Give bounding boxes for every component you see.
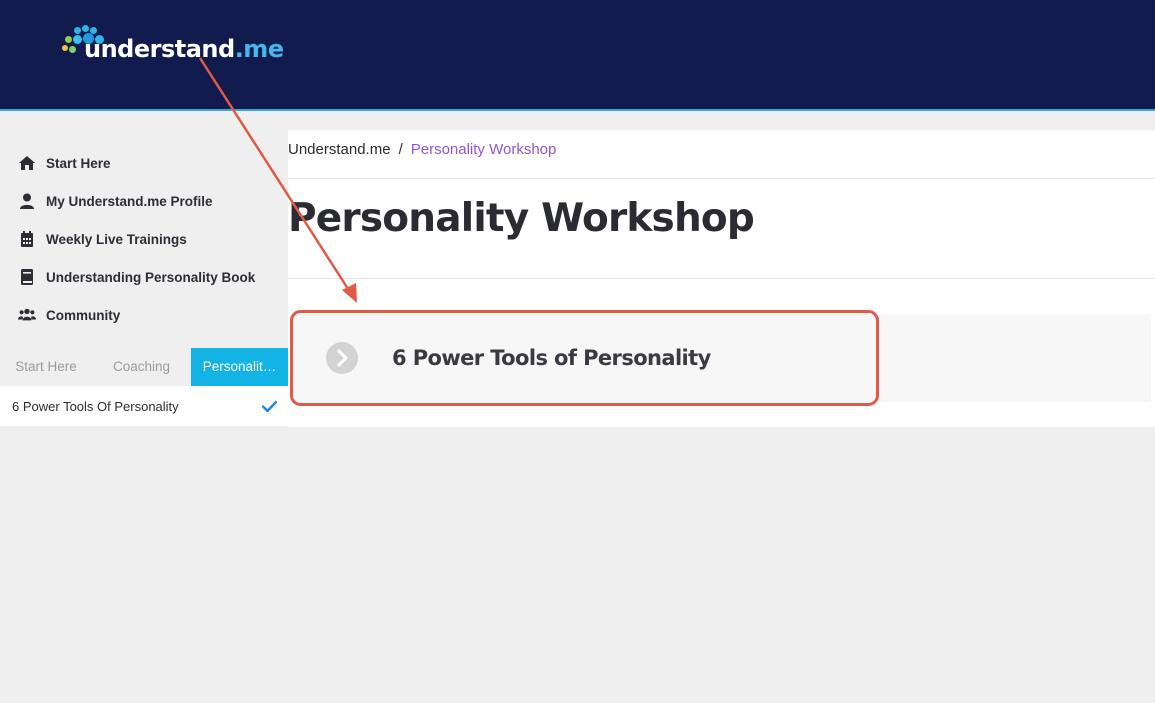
sidebar-item-label: Community xyxy=(46,307,121,323)
sidebar-item-label: My Understand.me Profile xyxy=(46,193,213,209)
logo-dots-icon xyxy=(60,25,106,65)
home-icon xyxy=(19,156,35,170)
user-icon xyxy=(20,193,34,209)
chevron-right-circle-icon xyxy=(326,342,358,374)
breadcrumb-home-link[interactable]: Understand.me xyxy=(288,141,391,158)
users-icon xyxy=(18,308,36,321)
sidebar-lesson-label: 6 Power Tools Of Personality xyxy=(12,399,179,414)
breadcrumb-separator: / xyxy=(398,141,403,158)
sidebar-item-label: Weekly Live Trainings xyxy=(46,231,187,247)
main-content: Understand.me / Personality Workshop Perso… xyxy=(288,130,1155,427)
sidebar-item-profile[interactable]: My Understand.me Profile xyxy=(18,191,213,211)
tab-personality[interactable]: Personalit… xyxy=(191,348,288,386)
site-header: understand.me xyxy=(0,0,1155,111)
sidebar-item-personality-book[interactable]: Understanding Personality Book xyxy=(18,267,255,287)
page-title: Personality Workshop xyxy=(288,196,755,241)
logo-text-dot: .me xyxy=(234,35,284,63)
calendar-icon xyxy=(21,231,33,247)
course-tabs: Start Here Coaching Personalit… xyxy=(0,348,288,386)
sidebar-item-start-here[interactable]: Start Here xyxy=(18,153,111,173)
divider xyxy=(288,278,1155,279)
breadcrumb: Understand.me / Personality Workshop xyxy=(288,141,556,158)
sidebar-lesson-item[interactable]: 6 Power Tools Of Personality xyxy=(0,386,288,426)
book-icon xyxy=(21,269,33,285)
logo-text: understand.me xyxy=(84,35,284,63)
understand-me-logo[interactable]: understand.me xyxy=(60,22,284,68)
check-icon xyxy=(262,400,277,412)
tab-coaching[interactable]: Coaching xyxy=(92,348,191,386)
lesson-title: 6 Power Tools of Personality xyxy=(392,346,711,370)
lesson-card[interactable]: 6 Power Tools of Personality xyxy=(290,314,1151,402)
logo-text-main: understand xyxy=(84,35,235,63)
breadcrumb-current[interactable]: Personality Workshop xyxy=(411,141,557,158)
sidebar-item-label: Understanding Personality Book xyxy=(46,269,256,285)
divider xyxy=(288,178,1155,179)
sidebar-item-label: Start Here xyxy=(46,155,111,171)
tab-start-here[interactable]: Start Here xyxy=(0,348,92,386)
sidebar-item-weekly-trainings[interactable]: Weekly Live Trainings xyxy=(18,229,187,249)
sidebar-item-community[interactable]: Community xyxy=(18,305,120,325)
sidebar: Start Here My Understand.me Profile Week… xyxy=(0,130,288,427)
